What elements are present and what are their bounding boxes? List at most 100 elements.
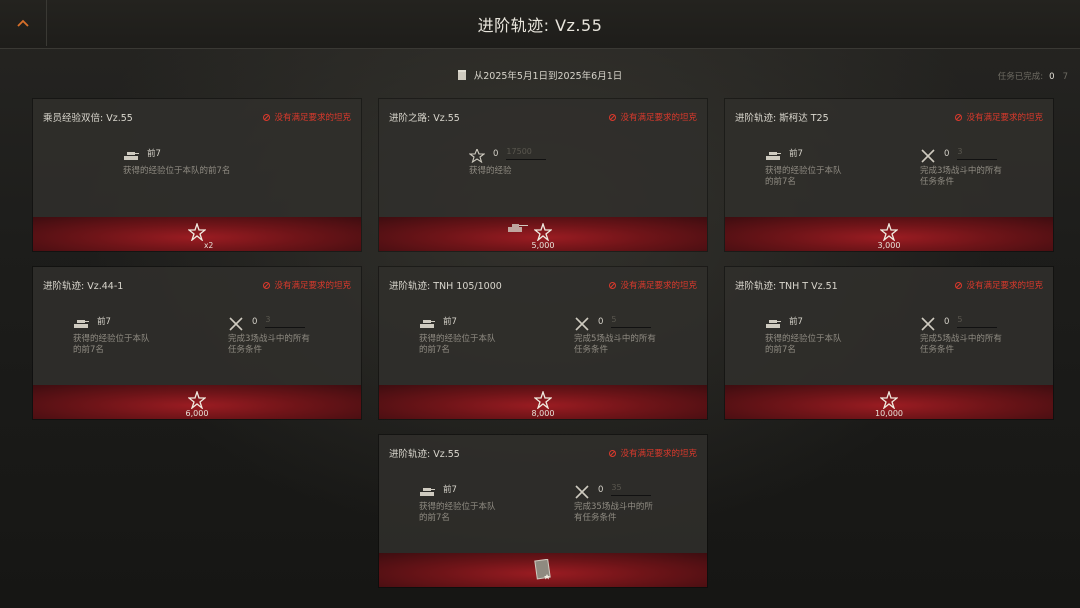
crossed-swords-icon <box>921 149 935 163</box>
progress-target: 5 <box>957 315 998 328</box>
reward-amount: 6,000 <box>185 409 209 418</box>
progress-value: 0 <box>944 148 950 159</box>
requirement-warning: 没有满足要求的坦克 <box>955 279 1043 291</box>
condition-desc: 获得的经验位于本队的前7名 <box>765 166 842 188</box>
star-icon <box>534 223 552 241</box>
star-icon <box>188 391 206 409</box>
card-title: 进阶轨迹: TNH T Vz.51 <box>735 281 838 292</box>
condition-desc-line2: 的前7名 <box>765 177 796 187</box>
requirement-text: 没有满足要求的坦克 <box>966 281 1043 291</box>
reward-strip: x2 <box>33 217 361 251</box>
condition-head: 前7 <box>443 317 457 327</box>
condition-desc-line1: 完成3场战斗中的所有 <box>920 166 1002 176</box>
progress-value: 0 <box>944 316 950 327</box>
crossed-swords-icon <box>575 485 589 499</box>
mission-card-vz44[interactable]: 进阶轨迹: Vz.44-1 没有满足要求的坦克 前7 获得的经验位于本队 的前7名… <box>33 267 361 419</box>
tank-icon <box>766 152 781 160</box>
condition-desc-line2: 有任务条件 <box>574 513 617 523</box>
condition-desc-line2: 任务条件 <box>574 345 609 355</box>
requirement-text: 没有满足要求的坦克 <box>620 281 697 291</box>
progress-bar: 05 <box>598 315 652 328</box>
condition-desc-line1: 获得的经验位于本队 <box>765 334 842 344</box>
tank-icon <box>74 320 89 328</box>
mission-card-vz55[interactable]: 进阶轨迹: Vz.55 没有满足要求的坦克 前7 获得的经验位于本队 的前7名 0… <box>379 435 707 587</box>
reward-amount: 3,000 <box>877 241 901 250</box>
condition-desc-line2: 的前7名 <box>73 345 104 355</box>
condition-desc: 完成35场战斗中的所 有任务条件 <box>574 502 653 524</box>
progress-target: 3 <box>957 147 998 160</box>
condition-desc-line1: 获得的经验位于本队 <box>419 334 496 344</box>
reward-amount: 10,000 <box>875 409 903 418</box>
progress-value: 0 <box>252 316 258 327</box>
card-title: 进阶之路: Vz.55 <box>389 113 460 124</box>
tank-thumbnail-icon <box>508 224 528 232</box>
requirement-warning: 没有满足要求的坦克 <box>609 447 697 459</box>
crossed-swords-icon <box>921 317 935 331</box>
prohibited-icon <box>609 113 617 121</box>
completed-count: 0 <box>1049 72 1055 82</box>
reward-multiplier: x2 <box>204 241 214 250</box>
condition-head: 前7 <box>97 317 111 327</box>
requirement-warning: 没有满足要求的坦克 <box>609 279 697 291</box>
condition-desc-line2: 的前7名 <box>419 345 450 355</box>
condition-desc: 获得的经验 <box>469 166 512 176</box>
condition-desc-line1: 获得的经验位于本队 <box>419 502 496 512</box>
mission-card-tnh-t-vz51[interactable]: 进阶轨迹: TNH T Vz.51 没有满足要求的坦克 前7 获得的经验位于本队… <box>725 267 1053 419</box>
condition-desc-line2: 任务条件 <box>920 345 955 355</box>
progress-bar: 0 35 <box>598 483 652 496</box>
completed-counter: 任务已完成: 0 7 <box>998 70 1068 82</box>
condition-desc: 完成5场战斗中的所有 任务条件 <box>920 334 1002 356</box>
requirement-text: 没有满足要求的坦克 <box>274 281 351 291</box>
date-range-text: 从2025年5月1日到2025年6月1日 <box>473 71 623 82</box>
mission-card-tnh105[interactable]: 进阶轨迹: TNH 105/1000 没有满足要求的坦克 前7 获得的经验位于本… <box>379 267 707 419</box>
tank-icon <box>420 320 435 328</box>
prohibited-icon <box>955 281 963 289</box>
document-icon <box>534 559 551 580</box>
star-icon <box>880 391 898 409</box>
page-title: 进阶轨迹: Vz.55 <box>477 16 603 35</box>
reward-amount: 5,000 <box>531 241 555 250</box>
top-bar: 进阶轨迹: Vz.55 <box>0 0 1080 49</box>
mission-card-crew-xp[interactable]: 乘员经验双倍: Vz.55 没有满足要求的坦克 前7 获得的经验位于本队的前7名… <box>33 99 361 251</box>
progress-value: 0 <box>598 316 604 327</box>
condition-desc: 完成5场战斗中的所有 任务条件 <box>574 334 656 356</box>
condition-desc: 获得的经验位于本队的前7名 <box>765 334 842 356</box>
condition-head: 前7 <box>147 149 161 159</box>
prohibited-icon <box>263 281 271 289</box>
prohibited-icon <box>263 113 271 121</box>
card-title: 进阶轨迹: Vz.44-1 <box>43 281 124 292</box>
reward-strip: 3,000 <box>725 217 1053 251</box>
calendar-icon <box>457 70 466 80</box>
mission-card-path[interactable]: 进阶之路: Vz.55 没有满足要求的坦克 0 17500 获得的经验 5,000 <box>379 99 707 251</box>
condition-desc-line2: 的前7名 <box>419 513 450 523</box>
star-icon <box>880 223 898 241</box>
card-title: 乘员经验双倍: Vz.55 <box>43 113 133 124</box>
progress-target: 3 <box>265 315 306 328</box>
condition-desc-line1: 获得的经验位于本队 <box>73 334 150 344</box>
requirement-text: 没有满足要求的坦克 <box>966 113 1043 123</box>
mission-card-t25[interactable]: 进阶轨迹: 斯柯达 T25 没有满足要求的坦克 前7 获得的经验位于本队 的前7名… <box>725 99 1053 251</box>
star-icon <box>188 223 206 241</box>
requirement-warning: 没有满足要求的坦克 <box>955 111 1043 123</box>
prohibited-icon <box>609 281 617 289</box>
tank-icon <box>124 152 139 160</box>
star-icon <box>534 391 552 409</box>
app-root: 进阶轨迹: Vz.55 从2025年5月1日到2025年6月1日 任务已完成: 0… <box>0 0 1080 608</box>
reward-strip: 6,000 <box>33 385 361 419</box>
reward-strip: 5,000 <box>379 217 707 251</box>
condition-desc-line1: 完成3场战斗中的所有 <box>228 334 310 344</box>
card-title: 进阶轨迹: 斯柯达 T25 <box>735 113 829 124</box>
condition-head: 前7 <box>443 485 457 495</box>
progress-bar: 03 <box>944 147 998 160</box>
card-title: 进阶轨迹: TNH 105/1000 <box>389 281 502 292</box>
condition-desc: 完成3场战斗中的所有 任务条件 <box>228 334 310 356</box>
reward-strip: 8,000 <box>379 385 707 419</box>
progress-value: 0 <box>493 148 499 159</box>
card-title: 进阶轨迹: Vz.55 <box>389 449 460 460</box>
progress-bar: 05 <box>944 315 998 328</box>
condition-desc: 获得的经验位于本队的前7名 <box>73 334 150 356</box>
crossed-swords-icon <box>575 317 589 331</box>
progress-target: 17500 <box>506 147 547 160</box>
progress-target: 35 <box>611 483 652 496</box>
progress-bar: 03 <box>252 315 306 328</box>
